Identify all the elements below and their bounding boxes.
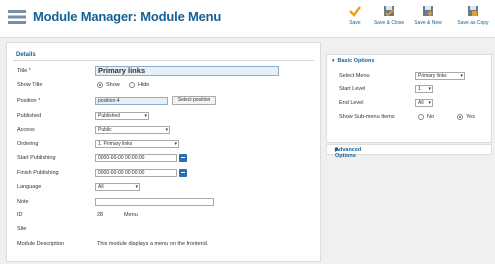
- start-level-select[interactable]: 1: [415, 85, 433, 93]
- yes-option-label: Yes: [466, 114, 475, 120]
- module-manager-icon: [8, 10, 26, 24]
- start-publishing-input[interactable]: 0000-00-00 00:00:00: [95, 154, 177, 162]
- note-label: Note: [17, 199, 29, 205]
- site-label: Site: [17, 226, 27, 232]
- divider: [13, 60, 314, 61]
- position-label: Position *: [17, 98, 41, 104]
- basic-options-panel: ▼ Basic Options Select Menu Primary links…: [326, 54, 492, 143]
- save-copy-icon: [468, 6, 478, 16]
- show-submenu-yes-radio[interactable]: [457, 114, 463, 120]
- calendar-icon[interactable]: [179, 154, 187, 162]
- ordering-select[interactable]: 1. Primary links: [95, 140, 179, 148]
- id-value: 28: [97, 212, 104, 218]
- start-level-label: Start Level: [339, 86, 366, 92]
- position-input[interactable]: position-4: [95, 97, 168, 105]
- select-menu-select[interactable]: Primary links: [415, 72, 465, 80]
- show-title-hide-radio[interactable]: [129, 82, 135, 88]
- advanced-options-toggle[interactable]: ▶ Advanced Options: [326, 144, 492, 159]
- select-menu-label: Select Menu: [339, 73, 370, 79]
- description-label: Module Description: [17, 241, 65, 247]
- no-option-label: No: [427, 114, 435, 120]
- title-input[interactable]: Primary links: [95, 66, 279, 76]
- access-select[interactable]: Public: [95, 126, 170, 134]
- show-option-label: Show: [106, 82, 120, 88]
- save-new-button[interactable]: Save & New: [408, 5, 448, 35]
- details-legend: Details: [16, 52, 36, 58]
- basic-options-toggle[interactable]: ▼ Basic Options: [331, 58, 374, 64]
- show-submenu-no-radio[interactable]: [418, 114, 424, 120]
- toolbar-header: Module Manager: Module Menu Save Save & …: [0, 0, 495, 38]
- access-label: Access: [17, 127, 35, 133]
- save-close-icon: [384, 6, 394, 17]
- save-copy-button[interactable]: Save as Copy: [453, 5, 493, 35]
- show-title-label: Show Title: [17, 82, 43, 88]
- start-publishing-label: Start Publishing: [17, 155, 56, 161]
- end-level-label: End Level: [339, 100, 364, 106]
- save-new-icon: [423, 6, 433, 16]
- published-select[interactable]: Published: [95, 112, 149, 120]
- hide-option-label: Hide: [138, 82, 150, 88]
- collapse-arrow-icon: ▼: [331, 58, 336, 63]
- note-input[interactable]: [95, 198, 214, 206]
- show-submenu-label: Show Sub-menu Items: [339, 114, 395, 120]
- select-position-button[interactable]: Select position: [172, 96, 216, 105]
- show-title-show-radio[interactable]: [97, 82, 103, 88]
- finish-publishing-input[interactable]: 0000-00-00 00:00:00: [95, 169, 177, 177]
- id-type: Menu: [124, 212, 138, 218]
- finish-publishing-label: Finish Publishing: [17, 170, 59, 176]
- calendar-icon[interactable]: [179, 169, 187, 177]
- ordering-label: Ordering: [17, 141, 39, 147]
- end-level-select[interactable]: All: [415, 99, 433, 107]
- id-label: ID: [17, 212, 23, 218]
- title-label: Title *: [17, 68, 31, 74]
- save-icon: [349, 6, 361, 17]
- description-value: This module displays a menu on the front…: [97, 241, 209, 247]
- language-label: Language: [17, 184, 42, 190]
- details-panel: Details Title * Primary links Show Title…: [6, 42, 321, 262]
- save-close-button[interactable]: Save & Close: [369, 5, 409, 35]
- language-select[interactable]: All: [95, 183, 140, 191]
- published-label: Published: [17, 113, 42, 119]
- page-title: Module Manager: Module Menu: [33, 9, 222, 24]
